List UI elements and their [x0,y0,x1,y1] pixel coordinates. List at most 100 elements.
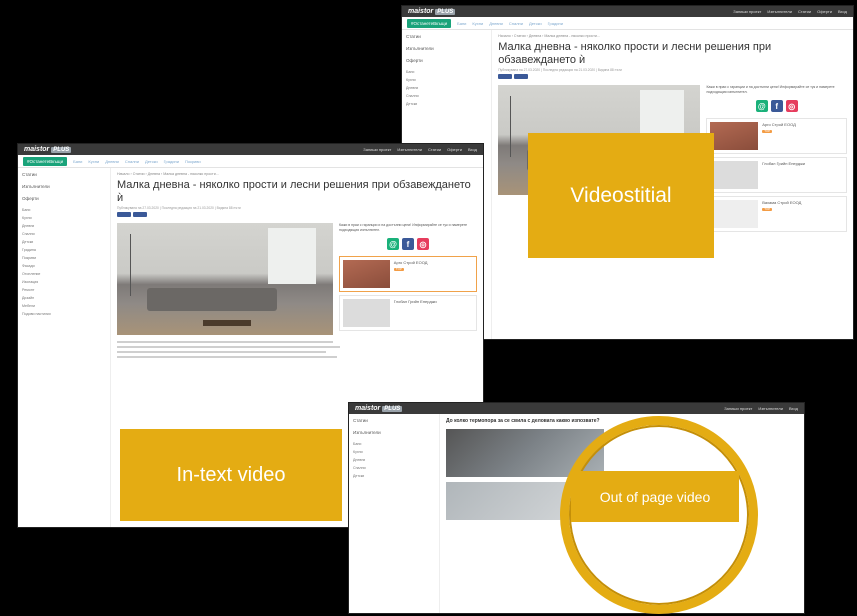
category-link[interactable]: Ремонт [22,288,106,292]
category-link[interactable]: Изолация [22,280,106,284]
category-link[interactable]: Мебели [22,304,106,308]
facebook-icon[interactable]: f [770,100,783,113]
category-link[interactable]: Градина [22,248,106,252]
sidebar-item[interactable]: Статии [353,418,435,423]
out-of-page-video-ad[interactable]: Out of page video [571,471,739,522]
article-photo [117,223,333,336]
category-link[interactable]: Бани [22,208,106,212]
top-menu: Запиши проект Изпълнители Статии Оферти … [733,9,847,14]
menu-item[interactable]: Вход [789,406,798,411]
category-link[interactable]: Бани [406,70,487,74]
videostitial-ad[interactable]: Videostitial [528,133,714,258]
company-name: Арго Строй ЕООД [393,260,428,266]
category-link[interactable]: Кухни [353,450,435,454]
sidebar: Статии Изпълнители Бани Кухни Дневни Спа… [349,414,440,613]
article-meta: Публикувана на 27.03.2020 | Последна ред… [498,68,622,73]
viber-icon[interactable]: @ [755,100,768,113]
menu-item[interactable]: Статии [798,9,811,14]
breadcrumb: Начало › Статии › Дневна › Малка дневна … [498,34,600,38]
share-buttons [498,74,847,80]
category-link[interactable]: Детски [353,474,435,478]
menu-item[interactable]: Запиши проект [724,406,752,411]
logo[interactable]: maistor PLUS [408,8,456,15]
company-thumb [710,161,759,190]
sidebar-item[interactable]: Статии [406,34,487,39]
category-link[interactable]: Подови настилки [22,312,106,316]
menu-item[interactable]: Изпълнители [767,9,792,14]
top-badge: TOP [762,128,773,134]
stay-home-button[interactable]: #ОстанетеВкъщи [23,156,68,166]
nav-item[interactable]: Дневни [105,159,119,164]
viber-icon[interactable]: @ [387,238,399,251]
category-link[interactable]: Детски [22,240,106,244]
like-button[interactable] [133,212,147,218]
company-card[interactable]: Глобал Грийн Енерджи [339,295,477,332]
stay-home-button[interactable]: #ОстанетеВкъщи [407,18,452,28]
company-card[interactable]: Арго Строй ЕООД TOP [706,118,847,155]
instagram-icon[interactable]: ◎ [417,238,429,251]
category-link[interactable]: Дневни [22,224,106,228]
sidebar-item[interactable]: Изпълнители [22,184,106,189]
stage: maistor PLUS Запиши проект Изпълнители Ст… [0,0,857,616]
sidebar: Статии Изпълнители Оферти Бани Кухни Дне… [18,168,111,527]
menu-item[interactable]: Оферти [817,9,832,14]
nav-item[interactable]: Кухни [88,159,99,164]
sidebar-item[interactable]: Изпълнители [353,430,435,435]
nav-item[interactable]: Кухни [472,21,483,26]
menu-item[interactable]: Статии [428,147,441,152]
facebook-share-button[interactable] [117,212,131,218]
instagram-icon[interactable]: ◎ [785,100,798,113]
sidebar-item[interactable]: Изпълнители [406,46,487,51]
nav-item[interactable]: Спални [509,21,523,26]
top-badge: TOP [393,266,404,272]
article-title: Малка дневна - няколко прости и лесни ре… [117,179,471,204]
menu-item[interactable]: Оферти [447,147,462,152]
category-link[interactable]: Спални [353,466,435,470]
category-link[interactable]: Бани [353,442,435,446]
company-card[interactable]: Вахама Строй ЕООД TOP [706,196,847,233]
menu-item[interactable]: Изпълнители [758,406,783,411]
menu-item[interactable]: Вход [838,9,847,14]
company-card[interactable]: Арго Строй ЕООД TOP [339,256,477,293]
category-link[interactable]: Спални [406,94,487,98]
menu-item[interactable]: Вход [468,147,477,152]
menu-item[interactable]: Запиши проект [363,147,391,152]
top-menu: Запиши проект Изпълнители Статии Оферти … [363,147,477,152]
logo[interactable]: maistor PLUS [355,405,403,412]
nav-item[interactable]: Спални [125,159,139,164]
sidebar-item[interactable]: Оферти [22,196,106,201]
sidebar-note: Кажи в праи с гаранции и на достъпни цен… [706,85,835,94]
nav-item[interactable]: Бани [73,159,82,164]
category-link[interactable]: Детски [406,102,487,106]
category-link[interactable]: Кухни [22,216,106,220]
like-button[interactable] [514,74,529,80]
category-link[interactable]: Покриви [22,256,106,260]
company-name: Вахама Строй ЕООД [762,200,802,206]
company-card[interactable]: Глобал Грийн Енерджи [706,157,847,194]
nav-item[interactable]: Градини [548,21,563,26]
logo[interactable]: maistor PLUS [24,146,72,153]
nav-item[interactable]: Дневни [489,21,503,26]
menu-item[interactable]: Изпълнители [397,147,422,152]
category-link[interactable]: Дневни [353,458,435,462]
nav-item[interactable]: Детски [145,159,158,164]
category-link[interactable]: Спални [22,232,106,236]
sidebar-item[interactable]: Оферти [406,58,487,63]
sidebar-note: Кажи в праи с гаранции и на достъпни цен… [339,223,468,232]
menu-item[interactable]: Запиши проект [733,9,761,14]
top-menu: Запиши проект Изпълнители Вход [724,406,798,411]
article-title: Малка дневна - няколко прости и лесни ре… [498,41,772,66]
category-link[interactable]: Кухни [406,78,487,82]
facebook-icon[interactable]: f [402,238,414,251]
nav-item[interactable]: Покриви [185,159,201,164]
category-link[interactable]: Дневни [406,86,487,90]
category-link[interactable]: Фасади [22,264,106,268]
nav-item[interactable]: Градини [164,159,179,164]
facebook-share-button[interactable] [498,74,513,80]
nav-item[interactable]: Детски [529,21,542,26]
sidebar-item[interactable]: Статии [22,172,106,177]
nav-item[interactable]: Бани [457,21,466,26]
category-link[interactable]: Отопление [22,272,106,276]
intext-video-ad[interactable]: In-text video [120,429,342,521]
category-link[interactable]: Дизайн [22,296,106,300]
